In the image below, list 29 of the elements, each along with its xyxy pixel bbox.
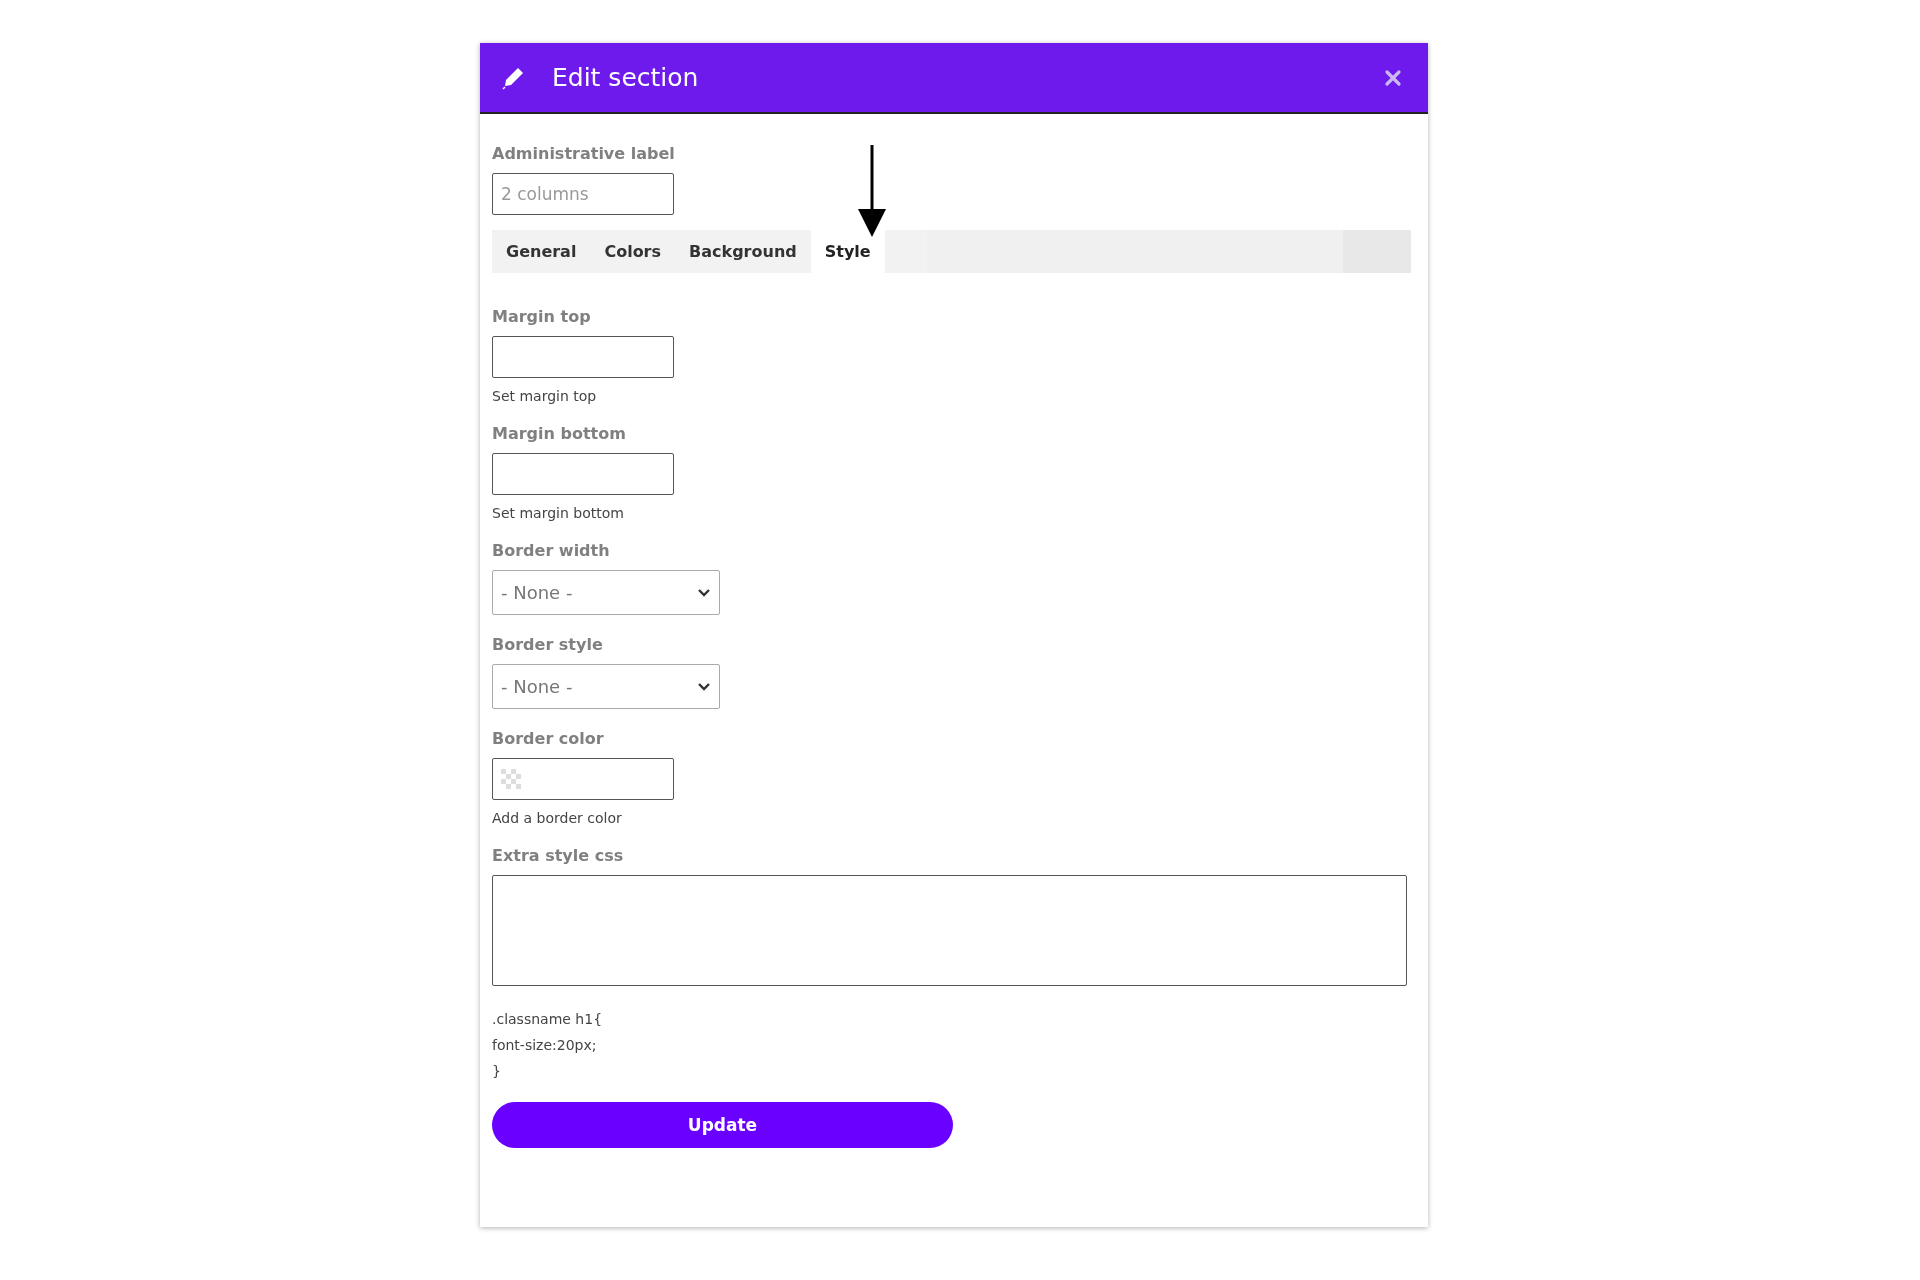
help-text: Set margin bottom — [492, 505, 625, 521]
color-input[interactable] — [492, 758, 674, 800]
dropdown-value: - None - — [501, 582, 573, 603]
chevron-down-icon — [697, 681, 711, 692]
field-label: Border style — [492, 635, 604, 654]
transparent-swatch-icon — [501, 769, 521, 789]
help-text: } — [492, 1062, 502, 1081]
chevron-down-icon — [697, 587, 711, 598]
field-label: Border color — [492, 729, 605, 748]
update-button[interactable]: Update — [492, 1102, 953, 1148]
dropdown[interactable]: - None - — [492, 570, 720, 615]
field-label: Margin top — [492, 307, 592, 326]
field-label: Margin bottom — [492, 424, 627, 443]
dialog-title: Edit section — [552, 63, 700, 92]
text-input[interactable]: 2 columns — [492, 173, 674, 215]
dropdown-value: - None - — [501, 676, 573, 697]
text-area[interactable] — [492, 875, 1407, 986]
help-text: .classname h1{ — [492, 1010, 604, 1029]
help-text: font-size:20px; — [492, 1036, 598, 1055]
dropdown[interactable]: - None - — [492, 664, 720, 709]
field-label: Border width — [492, 541, 611, 560]
close-button[interactable] — [1384, 68, 1402, 87]
help-text: Set margin top — [492, 388, 598, 404]
field-label: Extra style css — [492, 846, 625, 865]
text-input[interactable] — [492, 453, 674, 495]
text-input[interactable] — [492, 336, 674, 378]
field-label: Administrative label — [492, 144, 676, 163]
help-text: Add a border color — [492, 810, 623, 826]
tab[interactable]: Style — [810, 230, 885, 273]
